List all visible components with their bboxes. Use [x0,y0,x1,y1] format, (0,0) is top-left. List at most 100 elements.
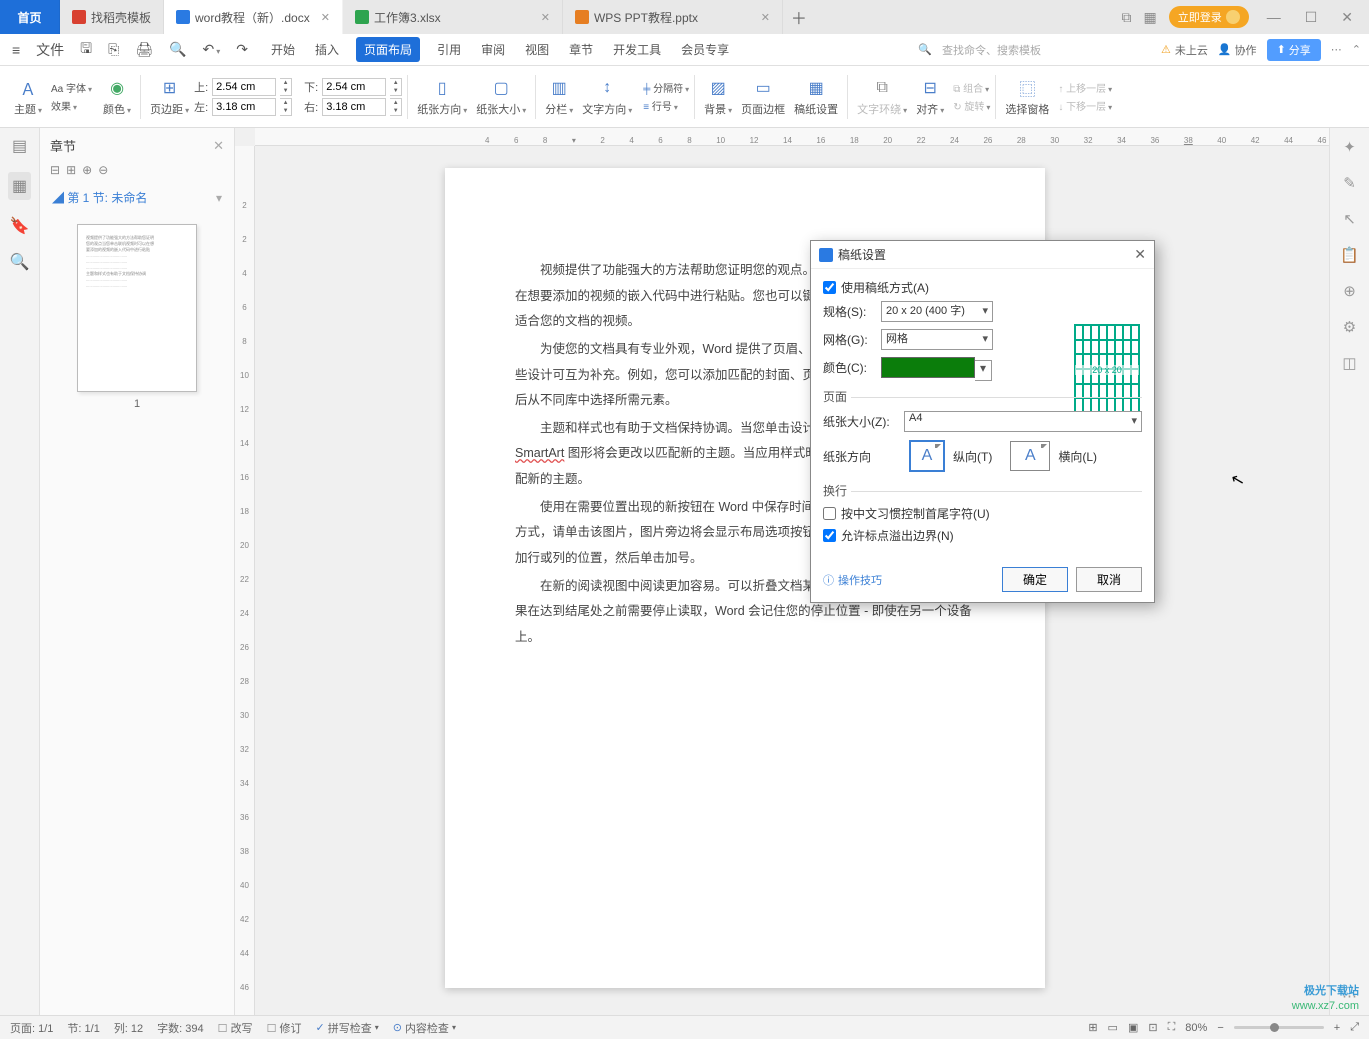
columns-button[interactable]: ▥分栏 [541,75,577,119]
zoom-fit-icon[interactable]: ⛶ [1168,1021,1176,1034]
status-col[interactable]: 列: 12 [114,1020,143,1036]
tab-view[interactable]: 视图 [522,37,552,62]
tab-review[interactable]: 审阅 [478,37,508,62]
select-icon[interactable]: ↖ [1343,210,1356,228]
tab-templates[interactable]: 找稻壳模板 [60,0,164,34]
spinner[interactable]: ▲▼ [390,98,402,116]
view-outline-icon[interactable]: ⊡ [1148,1021,1157,1034]
nav-collapse-icon[interactable]: ⊟ [50,163,60,177]
align-button[interactable]: ⊟对齐 [912,75,948,119]
papersize-select[interactable]: A4 [904,411,1142,432]
print-preview-icon[interactable]: 🔍 [165,39,190,60]
down-layer-button[interactable]: ↓ 下移一层 [1058,98,1112,113]
margins-button[interactable]: ⊞ 页边距 [146,75,193,119]
breaks-button[interactable]: ╪ 分隔符 [643,80,689,95]
tips-link[interactable]: ⓘ 操作技巧 [823,572,882,588]
page-thumbnail[interactable]: 视频提供了功能强大的方法帮助您证明您的观点当您单击联机视频时可以在想要添加的视频… [40,212,234,422]
tab-start[interactable]: 开始 [268,37,298,62]
font-button[interactable]: Aa 字体 [51,80,92,95]
dialog-close-button[interactable]: ✕ [1134,246,1146,263]
status-content[interactable]: ⊙内容检查▾ [393,1020,456,1036]
ok-button[interactable]: 确定 [1002,567,1068,592]
tab-ppt[interactable]: WPS PPT教程.pptx ✕ [563,0,783,34]
view-mode-icon[interactable]: ⊞ [1088,1021,1097,1034]
margin-right-input[interactable] [322,98,386,116]
vertical-ruler[interactable]: 2246810121416182022242628303234363840424… [235,146,255,1015]
orientation-button[interactable]: ▯纸张方向 [413,75,471,119]
effect-button[interactable]: 效果 [51,98,92,113]
spec-select[interactable]: 20 x 20 (400 字) [881,301,993,322]
document-area[interactable]: 468▾246810121416182022242628303234363840… [235,128,1329,1015]
style-icon[interactable]: ✎ [1343,174,1356,192]
rotate-button[interactable]: ↻ 旋转 [953,98,990,113]
login-button[interactable]: 立即登录 [1169,6,1249,28]
wrap-button[interactable]: ⧉文字环绕 [853,75,911,119]
spinner[interactable]: ▲▼ [280,78,292,96]
status-revise[interactable]: ☐ 修订 [267,1020,302,1036]
search-icon[interactable]: 🔍 [918,43,932,56]
tab-pagelayout[interactable]: 页面布局 [356,37,420,62]
new-tab-button[interactable]: ＋ [783,0,815,34]
minimize-button[interactable]: — [1261,9,1287,25]
tab-section[interactable]: 章节 [566,37,596,62]
landscape-button[interactable]: A [1010,441,1050,471]
zoom-in-button[interactable]: + [1334,1022,1340,1034]
color-select[interactable] [881,357,975,378]
minimize-ribbon-icon[interactable]: ⋯ [1331,43,1342,56]
textdir-button[interactable]: ↕文字方向 [578,75,636,119]
dialog-titlebar[interactable]: 稿纸设置 ✕ [811,241,1154,269]
nav-delete-icon[interactable]: ⊖ [98,163,108,177]
close-icon[interactable]: ✕ [541,11,550,24]
layer-icon[interactable]: ◫ [1342,354,1356,372]
undo-icon[interactable]: ↶ [199,39,225,60]
group-button[interactable]: ⧉ 组合 [953,80,990,95]
apps-icon[interactable]: ▦ [1143,9,1156,26]
save-icon[interactable]: 🖫 [76,36,96,64]
outline-icon[interactable]: ▤ [12,136,27,156]
toolbox-icon[interactable]: ✦ [1343,138,1356,156]
layout-icon[interactable]: ⧉ [1121,9,1131,26]
selection-pane-button[interactable]: ⿴选择窗格 [1001,75,1053,119]
maximize-button[interactable]: ☐ [1299,9,1324,26]
cjk-wrap-checkbox[interactable] [823,507,836,520]
tab-word-doc[interactable]: word教程（新）.docx ✕ [164,0,343,34]
close-window-button[interactable]: ✕ [1335,9,1359,26]
nav-expand-icon[interactable]: ⊞ [66,163,76,177]
status-page[interactable]: 页面: 1/1 [10,1020,53,1036]
shape-icon[interactable]: ⊕ [1343,282,1356,300]
status-track[interactable]: ☐ 改写 [218,1020,253,1036]
collab-button[interactable]: 👤 协作 [1218,42,1257,58]
share-button[interactable]: ⬆ 分享 [1267,39,1321,61]
spinner[interactable]: ▲▼ [390,78,402,96]
tab-vip[interactable]: 会员专享 [678,37,732,62]
print-icon[interactable]: 🖨 [131,39,157,60]
up-layer-button[interactable]: ↑ 上移一层 [1058,80,1112,95]
fullscreen-icon[interactable]: ⤢ [1350,1021,1359,1034]
view-print-icon[interactable]: ▭ [1108,1021,1118,1034]
tab-references[interactable]: 引用 [434,37,464,62]
close-icon[interactable]: ✕ [321,11,330,24]
save-as-icon[interactable]: ⎘ [104,39,123,60]
grid-select[interactable]: 网格 [881,329,993,350]
tab-dev[interactable]: 开发工具 [610,37,664,62]
zoom-value[interactable]: 80% [1185,1022,1207,1034]
genko-button[interactable]: ▦稿纸设置 [790,75,842,119]
theme-button[interactable]: Ａ 主题 [10,75,46,119]
section-icon[interactable]: ▦ [8,172,31,200]
use-genko-checkbox[interactable] [823,281,836,294]
tab-insert[interactable]: 插入 [312,37,342,62]
clipboard-icon[interactable]: 📋 [1340,246,1359,264]
color-button[interactable]: ◉ 颜色 [99,75,135,119]
tab-home[interactable]: 首页 [0,0,60,34]
nav-section-item[interactable]: ◢ 第 1 节: 未命名 ▾ [40,183,234,212]
menu-icon[interactable]: ≡ [8,40,24,60]
zoom-out-button[interactable]: − [1217,1022,1223,1034]
punct-overflow-checkbox[interactable] [823,529,836,542]
background-button[interactable]: ▨背景 [700,75,736,119]
nav-close-icon[interactable]: ✕ [213,138,224,154]
margin-top-input[interactable] [212,78,276,96]
status-section[interactable]: 节: 1/1 [67,1020,99,1036]
search-icon[interactable]: 🔍 [10,252,30,272]
spinner[interactable]: ▲▼ [280,98,292,116]
cloud-status[interactable]: ⚠ 未上云 [1161,42,1208,58]
